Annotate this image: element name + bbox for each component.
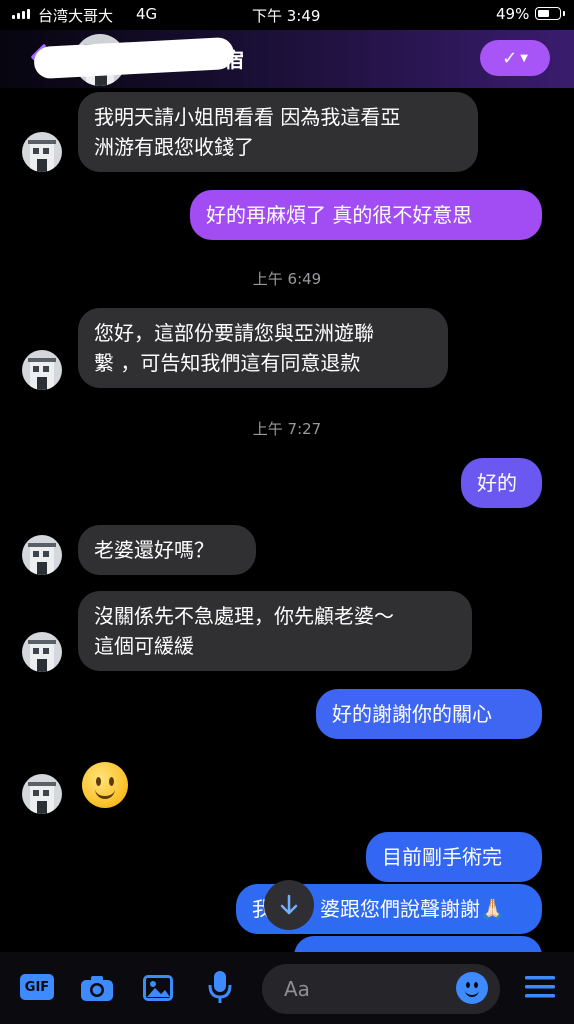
message-bubble-incoming[interactable]: 我明天請小姐問看看 因為我這看亞 洲游有跟您收錢了 (78, 92, 478, 172)
gif-icon[interactable]: GIF (20, 974, 54, 1000)
message-line: 沒關係先不急處理，你先顧老婆～ (94, 604, 394, 628)
camera-icon[interactable] (80, 974, 114, 1006)
contact-avatar-small[interactable] (22, 774, 62, 814)
message-bubble-incoming[interactable]: 沒關係先不急處理，你先顧老婆～ 這個可緩緩 (78, 591, 472, 671)
battery-percent: 49% (496, 5, 530, 23)
message-line: 我明天請小姐問看看 因為我這看亞 (94, 105, 401, 129)
composer-bar: GIF Aa (0, 952, 574, 1024)
message-line: 您好，這部份要請您與亞洲遊聯 (94, 321, 374, 345)
message-fragment: 婆跟您們說聲謝謝🙏🏻 (320, 897, 505, 921)
message-timestamp: 上午 6:49 (252, 270, 322, 288)
contact-avatar-small[interactable] (22, 350, 62, 390)
emoji-icon[interactable] (456, 972, 488, 1004)
carrier-name: 台湾大哥大 (38, 7, 114, 25)
battery-icon (535, 7, 565, 20)
caret-down-icon: ▼ (520, 52, 528, 64)
contact-avatar-small[interactable] (22, 632, 62, 672)
chat-header: 白梁亞民宿 ✓▼ (0, 30, 574, 88)
microphone-icon[interactable] (208, 970, 232, 1008)
contact-avatar-small[interactable] (22, 535, 62, 575)
message-line: 好的再麻煩了 真的很不好意思 (206, 203, 473, 227)
message-line: 好的謝謝你的關心 (332, 702, 492, 726)
network-type: 4G (136, 5, 158, 23)
message-bubble-outgoing[interactable]: 好的 (461, 458, 542, 508)
message-bubble-outgoing[interactable]: 好的再麻煩了 真的很不好意思 (190, 190, 542, 240)
menu-icon[interactable] (524, 974, 556, 1004)
message-timestamp: 上午 7:27 (252, 420, 322, 438)
message-line: 繫 ，可告知我們這有同意退款 (94, 351, 361, 375)
message-line: 洲游有跟您收錢了 (94, 135, 254, 159)
message-line: 目前剛手術完 (382, 845, 502, 869)
clock: 下午 3:49 (252, 7, 321, 25)
message-bubble-incoming[interactable]: 您好，這部份要請您與亞洲遊聯 繫 ，可告知我們這有同意退款 (78, 308, 448, 388)
message-bubble-incoming[interactable]: 老婆還好嗎？ (78, 525, 256, 575)
message-bubble-outgoing[interactable]: 好的謝謝你的關心 (316, 689, 542, 739)
message-bubble-outgoing[interactable]: 目前剛手術完 (366, 832, 542, 882)
check-icon: ✓ (502, 47, 518, 69)
slightly-smiling-face-emoji[interactable] (82, 762, 128, 808)
check-dropdown-button[interactable]: ✓ ▼ (480, 40, 550, 76)
status-bar: 台湾大哥大 4G 下午 3:49 49% (0, 0, 574, 30)
message-line: 好的 (477, 471, 517, 495)
message-line: 老婆還好嗎？ (94, 538, 214, 562)
messenger-chat-screen: 台湾大哥大 4G 下午 3:49 49% 白梁亞民宿 ✓▼ 我明天請小姐問看看 … (0, 0, 574, 1024)
message-line: 這個可緩緩 (94, 634, 194, 658)
signal-icon (12, 9, 30, 19)
contact-avatar-small[interactable] (22, 132, 62, 172)
message-input-placeholder: Aa (284, 977, 310, 1001)
arrow-down-icon[interactable] (264, 880, 314, 930)
image-icon[interactable] (142, 974, 174, 1006)
